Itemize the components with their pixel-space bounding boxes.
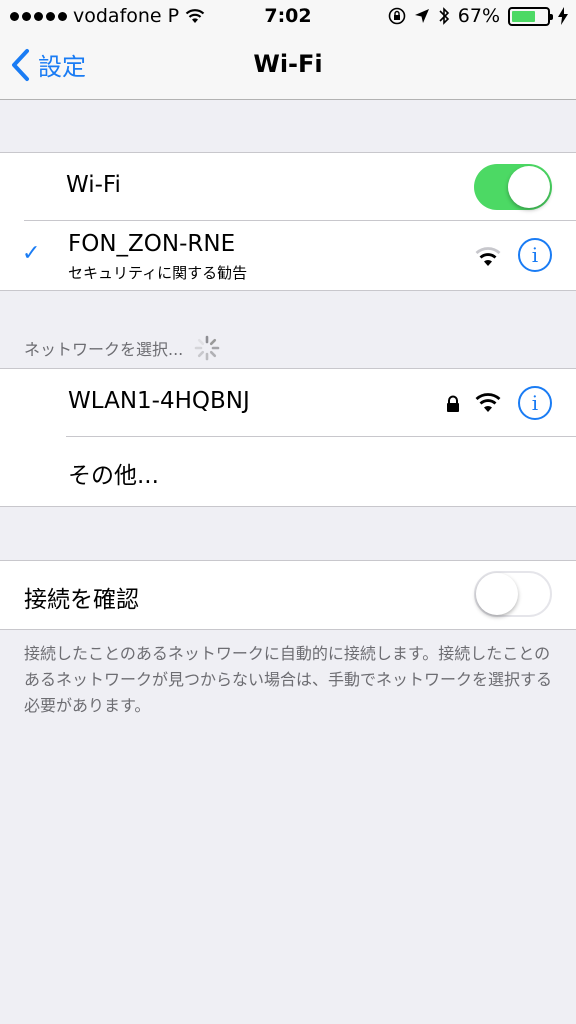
page-title: Wi-Fi [253, 50, 323, 78]
network-subtitle: セキュリティに関する勧告 [68, 264, 248, 282]
wifi-signal-icon [475, 247, 501, 266]
charging-icon [558, 7, 568, 25]
location-icon [414, 9, 429, 23]
wifi-toggle-row: Wi-Fi [0, 153, 576, 221]
network-name: WLAN1-4HQBNJ [68, 388, 250, 414]
ask-to-join-row: 接続を確認 [0, 561, 576, 629]
loading-spinner-icon [194, 335, 220, 361]
info-icon[interactable]: i [518, 238, 552, 272]
ask-to-join-footer: 接続したことのあるネットワークに自動的に接続します。接続したことのあるネットワー… [24, 644, 553, 715]
network-row[interactable]: WLAN1-4HQBNJ i [0, 369, 576, 437]
other-network-row[interactable]: その他... [0, 437, 576, 505]
ask-to-join-toggle[interactable] [474, 571, 552, 617]
battery-percent: 67% [457, 5, 500, 27]
status-bar: vodafone P 7:02 67% [0, 0, 576, 34]
wifi-group: Wi-Fi ✓ FON_ZON-RNE セキュリティに関する勧告 i [0, 152, 576, 291]
choose-network-label: ネットワークを選択... [24, 340, 184, 359]
other-network-label: その他... [68, 463, 159, 489]
lock-icon [447, 395, 459, 412]
connected-network-row[interactable]: ✓ FON_ZON-RNE セキュリティに関する勧告 i [0, 221, 576, 289]
ask-to-join-group: 接続を確認 [0, 560, 576, 630]
toggle-knob [508, 166, 550, 208]
navigation-bar: 設定 Wi-Fi [0, 34, 576, 100]
ask-to-join-label: 接続を確認 [24, 587, 139, 613]
toggle-knob [476, 573, 518, 615]
battery-icon [508, 6, 553, 26]
wifi-label: Wi-Fi [66, 172, 121, 198]
info-icon[interactable]: i [518, 386, 552, 420]
status-right: 67% [388, 5, 568, 27]
networks-group: WLAN1-4HQBNJ i その他... [0, 368, 576, 507]
orientation-lock-icon [388, 7, 406, 25]
section-header-networks: ネットワークを選択... [24, 334, 221, 362]
wifi-toggle[interactable] [474, 164, 552, 210]
wifi-signal-icon [475, 393, 501, 412]
checkmark-icon: ✓ [22, 241, 41, 266]
network-name: FON_ZON-RNE [68, 231, 236, 257]
bluetooth-icon [439, 7, 449, 25]
